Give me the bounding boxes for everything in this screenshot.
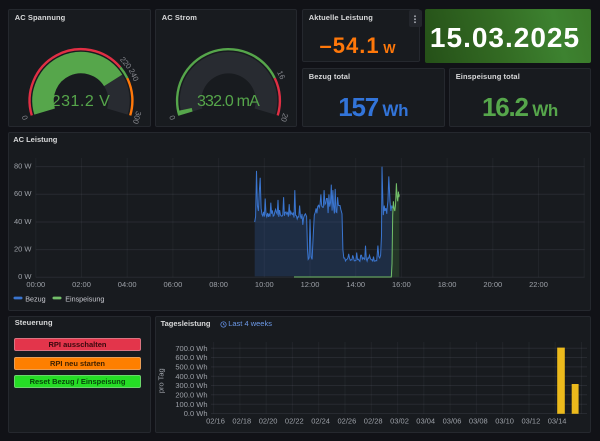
- svg-text:03/12: 03/12: [522, 417, 541, 426]
- svg-text:03/10: 03/10: [495, 417, 514, 426]
- svg-text:02/22: 02/22: [285, 417, 304, 426]
- svg-text:700.0 Wh: 700.0 Wh: [175, 344, 207, 353]
- svg-text:400.0 Wh: 400.0 Wh: [175, 372, 207, 381]
- svg-text:300.0 Wh: 300.0 Wh: [175, 381, 207, 390]
- svg-text:02/20: 02/20: [259, 417, 278, 426]
- svg-text:03/02: 03/02: [390, 417, 409, 426]
- svg-text:200.0 Wh: 200.0 Wh: [175, 390, 207, 399]
- svg-text:03/04: 03/04: [416, 417, 435, 426]
- svg-text:02/16: 02/16: [206, 417, 225, 426]
- svg-text:02/26: 02/26: [338, 417, 357, 426]
- svg-text:03/08: 03/08: [469, 417, 488, 426]
- svg-text:0.0 Wh: 0.0 Wh: [184, 409, 208, 418]
- svg-text:03/14: 03/14: [548, 417, 567, 426]
- svg-text:02/18: 02/18: [232, 417, 251, 426]
- svg-text:03/06: 03/06: [443, 417, 462, 426]
- svg-text:pro Tag: pro Tag: [157, 368, 166, 393]
- svg-text:02/28: 02/28: [364, 417, 383, 426]
- svg-text:500.0 Wh: 500.0 Wh: [175, 363, 207, 372]
- svg-text:600.0 Wh: 600.0 Wh: [175, 353, 207, 362]
- svg-text:100.0 Wh: 100.0 Wh: [175, 400, 207, 409]
- svg-text:02/24: 02/24: [311, 417, 330, 426]
